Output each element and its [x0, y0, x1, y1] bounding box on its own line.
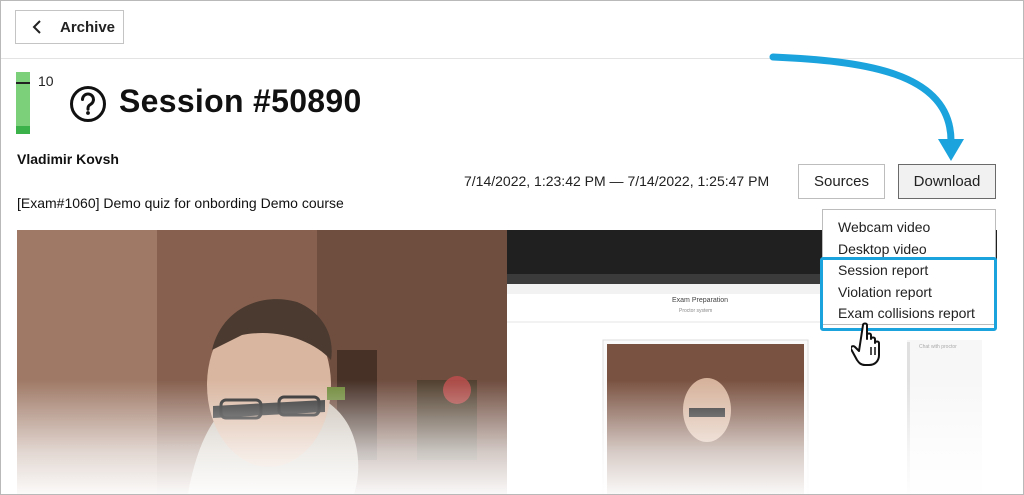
download-webcam-video[interactable]: Webcam video	[838, 219, 930, 235]
download-session-report[interactable]: Session report	[838, 262, 928, 278]
download-violation-report[interactable]: Violation report	[838, 284, 932, 300]
top-bar: Archive	[1, 1, 1023, 59]
score-bar-tick	[16, 82, 30, 84]
user-name: Vladimir Kovsh	[17, 151, 119, 167]
desktop-side-note: Chat with proctor	[919, 344, 957, 350]
score-value: 10	[38, 73, 54, 89]
session-title: Session #50890	[119, 83, 362, 119]
score-bar-base	[16, 126, 30, 134]
exam-name: [Exam#1060] Demo quiz for onbording Demo…	[17, 195, 344, 211]
download-button[interactable]: Download	[898, 164, 996, 199]
back-to-archive-button[interactable]: Archive	[15, 10, 124, 44]
question-circle-icon[interactable]	[69, 85, 107, 123]
desktop-page-subtitle: Proctor system	[679, 308, 713, 314]
sources-button[interactable]: Sources	[798, 164, 885, 199]
session-time-range: 7/14/2022, 1:23:42 PM — 7/14/2022, 1:25:…	[464, 173, 770, 189]
back-button-label: Archive	[60, 18, 116, 36]
score-bar	[16, 72, 30, 134]
page-frame: Archive 10 Session #50890 Vladimir Kovsh…	[0, 0, 1024, 495]
download-exam-collisions-report[interactable]: Exam collisions report	[838, 305, 975, 321]
download-desktop-video[interactable]: Desktop video	[838, 241, 927, 257]
desktop-page-title: Exam Preparation	[672, 297, 729, 304]
webcam-video[interactable]	[17, 230, 507, 494]
download-dropdown-menu: Webcam video Desktop video Session repor…	[822, 209, 996, 325]
chevron-left-icon	[32, 20, 52, 34]
